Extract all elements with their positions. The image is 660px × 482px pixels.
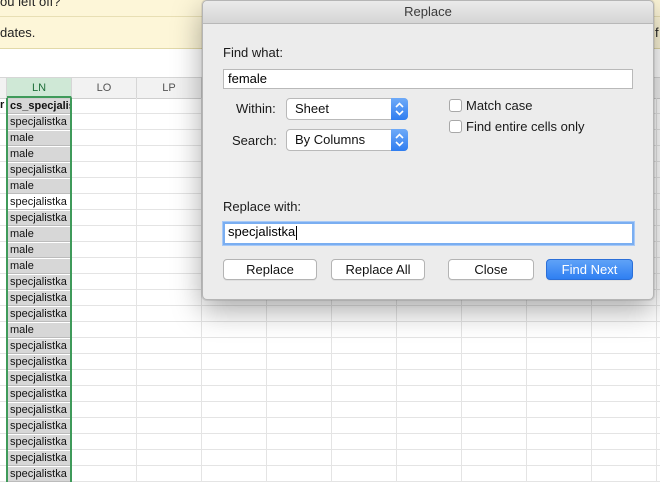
row-prefix-text: r [0, 99, 5, 111]
replace-with-input[interactable]: specjalistka [223, 222, 634, 245]
dialog-title[interactable]: Replace [203, 1, 653, 24]
search-label: Search: [232, 133, 277, 148]
replace-button[interactable]: Replace [223, 259, 317, 280]
replace-with-value: specjalistka [228, 224, 296, 239]
selected-column-outline [6, 98, 72, 482]
replace-dialog: Replace Find what: female Within: Sheet … [202, 0, 654, 300]
text-caret [296, 225, 298, 240]
banner-text-right: f [655, 25, 659, 40]
find-what-label: Find what: [223, 45, 283, 60]
column-header-lp[interactable]: LP [137, 78, 202, 98]
find-what-input[interactable]: female [223, 69, 633, 89]
find-next-button[interactable]: Find Next [546, 259, 633, 280]
column-header-lo[interactable]: LO [72, 78, 137, 98]
entire-cells-label[interactable]: Find entire cells only [466, 119, 585, 134]
corner-cell[interactable] [0, 78, 7, 98]
match-case-label[interactable]: Match case [466, 98, 532, 113]
replace-with-label: Replace with: [223, 199, 302, 214]
match-case-checkbox[interactable] [449, 99, 462, 112]
close-button[interactable]: Close [448, 259, 534, 280]
chevron-updown-icon [391, 98, 408, 120]
entire-cells-checkbox[interactable] [449, 120, 462, 133]
banner-text-line2: dates. [0, 25, 36, 40]
within-select[interactable]: Sheet [286, 98, 408, 120]
chevron-updown-icon [391, 129, 408, 151]
search-value: By Columns [295, 132, 366, 147]
replace-all-button[interactable]: Replace All [331, 259, 425, 280]
column-header-ln[interactable]: LN [7, 78, 72, 98]
find-what-value: female [228, 71, 268, 86]
within-value: Sheet [295, 101, 329, 116]
search-select[interactable]: By Columns [286, 129, 408, 151]
banner-text-line1: ou left off? [0, 0, 61, 9]
within-label: Within: [236, 101, 276, 116]
